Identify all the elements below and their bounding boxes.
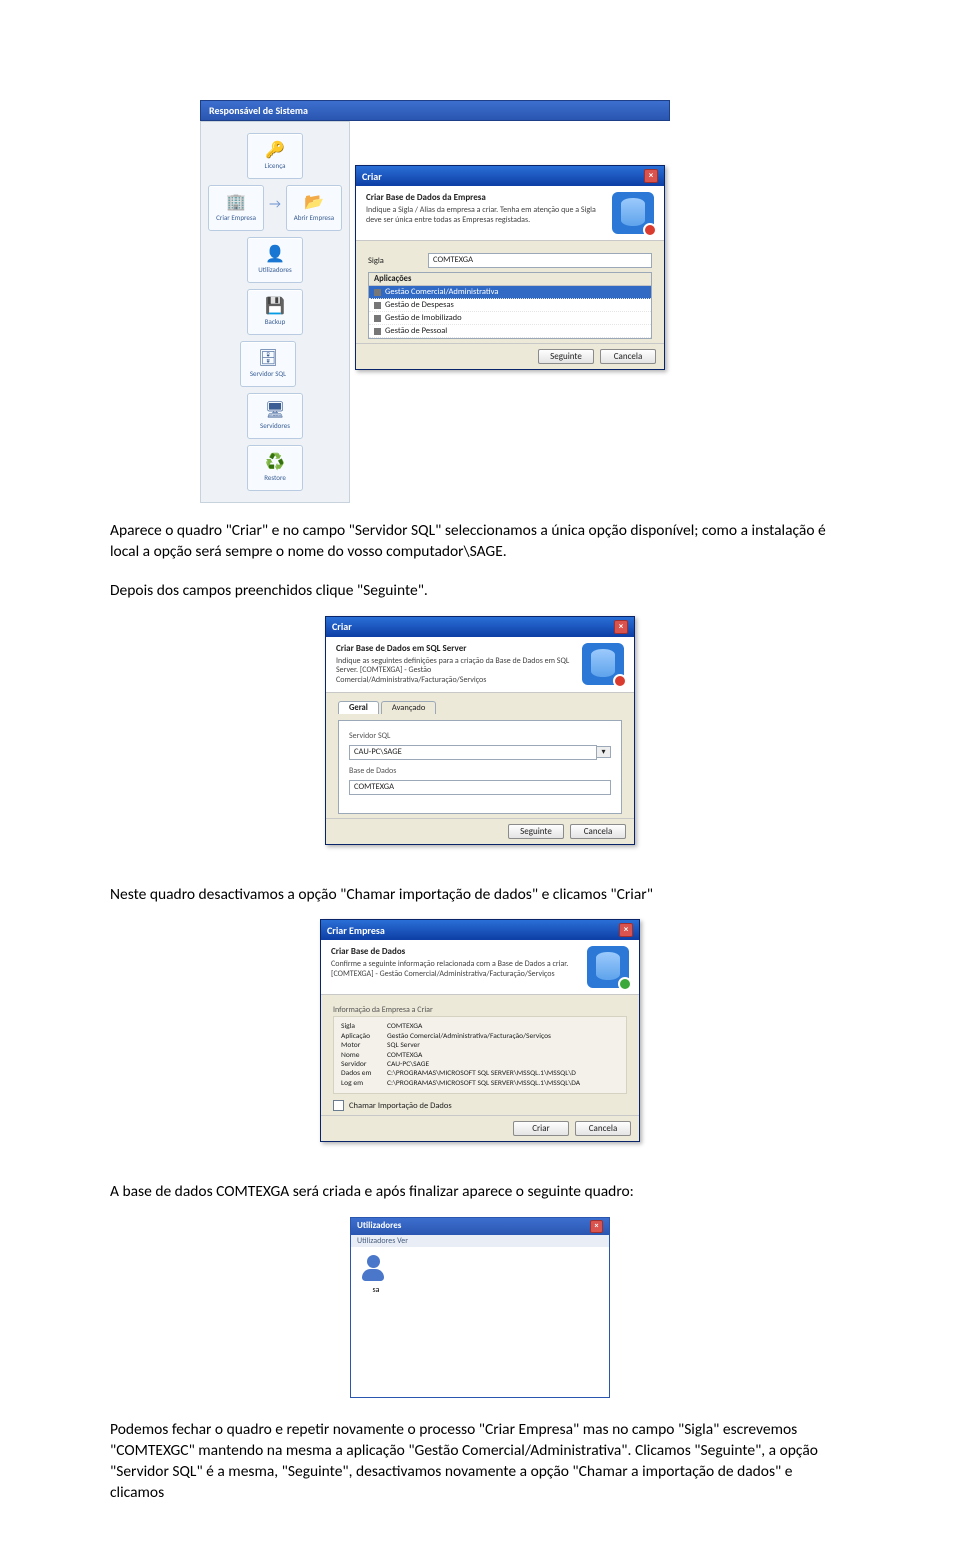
dialog-criar-titlebar: Criar ×	[356, 166, 664, 186]
cancel-button[interactable]: Cancela	[570, 824, 626, 839]
paragraph: Neste quadro desactivamos a opção "Chama…	[110, 885, 850, 906]
dialog-confirm-heading: Criar Base de Dados	[331, 946, 579, 957]
base-dados-input[interactable]: COMTEXGA	[349, 780, 611, 795]
dialog-sql-titlebar: Criar ×	[326, 617, 634, 637]
tab-avancado[interactable]: Avançado	[381, 701, 437, 714]
figure-sql-dialog: Criar × Criar Base de Dados em SQL Serve…	[110, 616, 850, 845]
cancel-button[interactable]: Cancela	[575, 1121, 631, 1136]
tile-backup[interactable]: 💾Backup	[247, 289, 303, 335]
arrow-icon: →	[269, 197, 281, 212]
dialog-criar-sub: Indique a Sigla / Alias da empresa a cri…	[366, 206, 604, 225]
seguinte-button[interactable]: Seguinte	[508, 824, 564, 839]
checkbox-box	[333, 1100, 344, 1111]
key-icon: 🔑	[265, 143, 285, 159]
info-block: SiglaCOMTEXGA AplicaçãoGestão Comercial/…	[333, 1016, 627, 1094]
cancel-button[interactable]: Cancela	[600, 349, 656, 364]
sigla-label: Sigla	[368, 256, 428, 266]
list-item[interactable]: Gestão de Pessoal	[369, 325, 651, 338]
servidor-sql-select[interactable]: CAU-PC\SAGE	[349, 745, 597, 760]
dialog-confirm-title: Criar Empresa	[327, 924, 385, 937]
building-icon: 🏢	[226, 195, 246, 211]
dialog-confirm: Criar Empresa × Criar Base de Dados Conf…	[320, 919, 640, 1142]
dialog-confirm-sub: Confirme a seguinte informação relaciona…	[331, 960, 579, 979]
sys-panel-title: Responsável de Sistema	[200, 100, 670, 121]
dialog-confirm-titlebar: Criar Empresa ×	[321, 920, 639, 940]
save-icon: 💾	[265, 299, 285, 315]
db-icon: 🗄	[258, 351, 278, 367]
database-icon	[582, 643, 624, 685]
dialog-sql-header: Criar Base de Dados em SQL Server Indiqu…	[326, 637, 634, 693]
paragraph: Depois dos campos preenchidos clique "Se…	[110, 581, 850, 602]
close-icon[interactable]: ×	[614, 620, 628, 634]
tile-servidores[interactable]: 🖥Servidores	[247, 393, 303, 439]
database-icon	[587, 946, 629, 988]
paragraph: Podemos fechar o quadro e repetir novame…	[110, 1420, 850, 1504]
window-utilizadores-body: sa	[351, 1247, 609, 1397]
user-item[interactable]: sa	[359, 1255, 393, 1295]
tile-criar-empresa[interactable]: 🏢Criar Empresa	[208, 185, 264, 231]
aplicacoes-list-header: Aplicações	[369, 273, 651, 286]
paragraph: Aparece o quadro "Criar" e no campo "Ser…	[110, 521, 850, 563]
dialog-criar: Criar × Criar Base de Dados da Empresa I…	[355, 165, 665, 370]
chamar-importacao-checkbox[interactable]: Chamar Importação de Dados	[333, 1100, 627, 1111]
close-icon[interactable]: ×	[619, 923, 633, 937]
sys-panel-tiles: 🔑Licença 🏢Criar Empresa → 📂Abrir Empresa…	[200, 121, 350, 503]
close-icon[interactable]: ×	[644, 169, 658, 183]
paragraph: A base de dados COMTEXGA será criada e a…	[110, 1182, 850, 1203]
list-item[interactable]: Gestão de Despesas	[369, 299, 651, 312]
window-utilizadores-titlebar: Utilizadores ×	[351, 1218, 609, 1235]
window-utilizadores-title: Utilizadores	[357, 1220, 401, 1233]
base-dados-label: Base de Dados	[349, 766, 611, 776]
window-utilizadores: Utilizadores × Utilizadores Ver sa	[350, 1217, 610, 1398]
dialog-criar-header: Criar Base de Dados da Empresa Indique a…	[356, 186, 664, 241]
close-icon[interactable]: ×	[590, 1220, 603, 1233]
servidor-sql-label: Servidor SQL	[349, 731, 611, 741]
figure-utilizadores: Utilizadores × Utilizadores Ver sa	[110, 1217, 850, 1398]
tile-utilizadores[interactable]: 👤Utilizadores	[247, 237, 303, 283]
criar-button[interactable]: Criar	[513, 1121, 569, 1136]
list-item[interactable]: Gestão de Imobilizado	[369, 312, 651, 325]
dialog-criar-title: Criar	[362, 170, 382, 183]
document-page: Responsável de Sistema 🔑Licença 🏢Criar E…	[0, 0, 960, 1548]
seguinte-button[interactable]: Seguinte	[538, 349, 594, 364]
tile-servidor-sql[interactable]: 🗄Servidor SQL	[240, 341, 296, 387]
dialog-criar-heading: Criar Base de Dados da Empresa	[366, 192, 604, 203]
dialog-sql: Criar × Criar Base de Dados em SQL Serve…	[325, 616, 635, 845]
server-icon: 🖥	[265, 403, 285, 419]
tile-licenca[interactable]: 🔑Licença	[247, 133, 303, 179]
tab-geral[interactable]: Geral	[338, 701, 379, 714]
sigla-input[interactable]: COMTEXGA	[428, 253, 652, 268]
tile-restore[interactable]: ♻️Restore	[247, 445, 303, 491]
tab-pane-geral: Servidor SQL CAU-PC\SAGE▾ Base de Dados …	[338, 720, 622, 814]
user-icon: 👤	[265, 247, 285, 263]
figure-sys-panel: Responsável de Sistema 🔑Licença 🏢Criar E…	[110, 100, 850, 503]
user-label: sa	[359, 1285, 393, 1295]
dialog-confirm-header: Criar Base de Dados Confirme a seguinte …	[321, 940, 639, 995]
restore-icon: ♻️	[265, 455, 285, 471]
open-icon: 📂	[304, 195, 324, 211]
tile-abrir-empresa[interactable]: 📂Abrir Empresa	[286, 185, 342, 231]
figure-confirm-dialog: Criar Empresa × Criar Base de Dados Conf…	[110, 919, 850, 1142]
list-item[interactable]: Gestão Comercial/Administrativa	[369, 286, 651, 299]
dialog-sql-title: Criar	[332, 620, 352, 633]
sys-panel: Responsável de Sistema 🔑Licença 🏢Criar E…	[200, 100, 670, 503]
dialog-sql-sub: Indique as seguintes definições para a c…	[336, 657, 574, 686]
tab-bar: Geral Avançado	[338, 701, 622, 714]
chevron-down-icon[interactable]: ▾	[597, 746, 611, 758]
info-block-title: Informação da Empresa a Criar	[333, 1005, 627, 1015]
user-icon	[359, 1255, 387, 1283]
checkbox-label: Chamar Importação de Dados	[349, 1101, 452, 1111]
window-utilizadores-menu[interactable]: Utilizadores Ver	[351, 1235, 609, 1247]
dialog-sql-heading: Criar Base de Dados em SQL Server	[336, 643, 574, 654]
database-icon	[612, 192, 654, 234]
aplicacoes-list[interactable]: Aplicações Gestão Comercial/Administrati…	[368, 272, 652, 339]
